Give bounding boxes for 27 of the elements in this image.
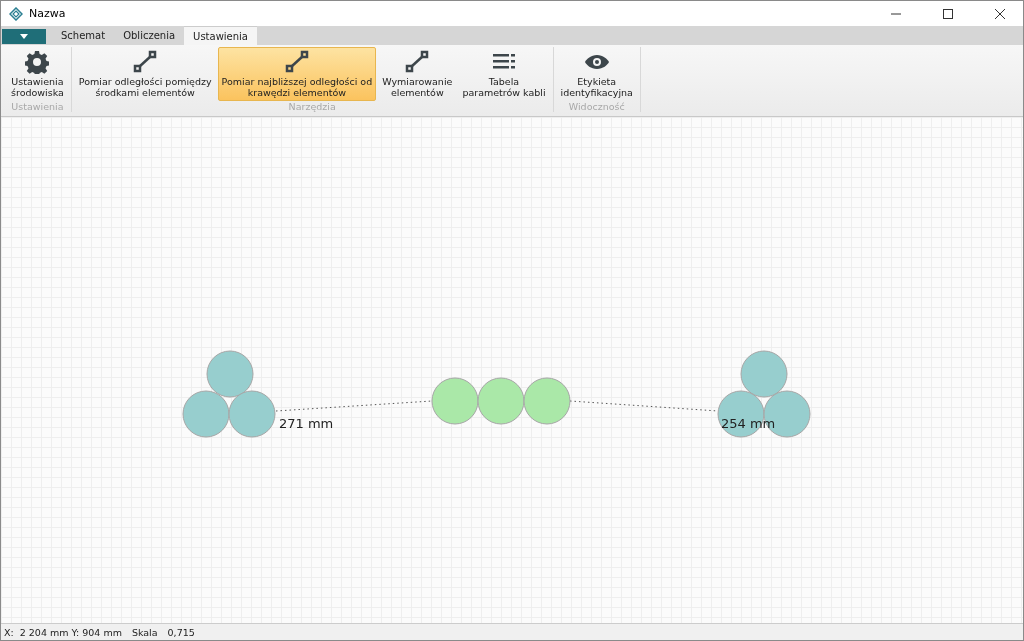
close-icon: [995, 8, 1005, 19]
ribbon-button[interactable]: Pomiar najbliższej odległości od krawędzi elementów: [217, 47, 377, 101]
ribbon-button[interactable]: Wymiarowanie elementów: [378, 47, 457, 101]
scale-label: Skala: [131, 626, 158, 638]
line-measure-icon: [284, 50, 309, 74]
group-label: Ustawienia: [11, 101, 64, 113]
app-logo-icon: [9, 6, 23, 21]
ribbon-tab[interactable]: Obliczenia: [114, 26, 185, 45]
group-label: Widoczność: [568, 101, 625, 113]
ribbon-button[interactable]: Etykieta identyfikacyjna: [556, 47, 637, 101]
window-title: Nazwa: [29, 7, 67, 20]
scale-value: 0,715: [167, 626, 195, 638]
ribbon-button[interactable]: Tabela parametrów kabli: [458, 47, 550, 101]
app-menu-button[interactable]: [2, 29, 46, 44]
line-measure-icon: [133, 50, 158, 74]
ribbon-button[interactable]: Ustawienia środowiska: [7, 47, 68, 101]
ribbon-tab[interactable]: Schemat: [52, 26, 115, 45]
caret-icon: [20, 34, 28, 39]
ribbon-button[interactable]: Pomiar odległości pomiędzy środkami elementów: [74, 47, 216, 101]
gear-icon: [25, 50, 50, 74]
ribbon-tab[interactable]: Ustawienia: [184, 26, 257, 45]
maximize-icon: [943, 8, 953, 19]
distance-label: 271 mm: [279, 416, 334, 431]
line-measure-icon: [405, 50, 430, 74]
cursor-position: X: 2 204 mm Y: 904 mm: [4, 626, 122, 638]
group-label: Narzędzia: [288, 101, 336, 113]
distance-label: 254 mm: [721, 416, 776, 431]
